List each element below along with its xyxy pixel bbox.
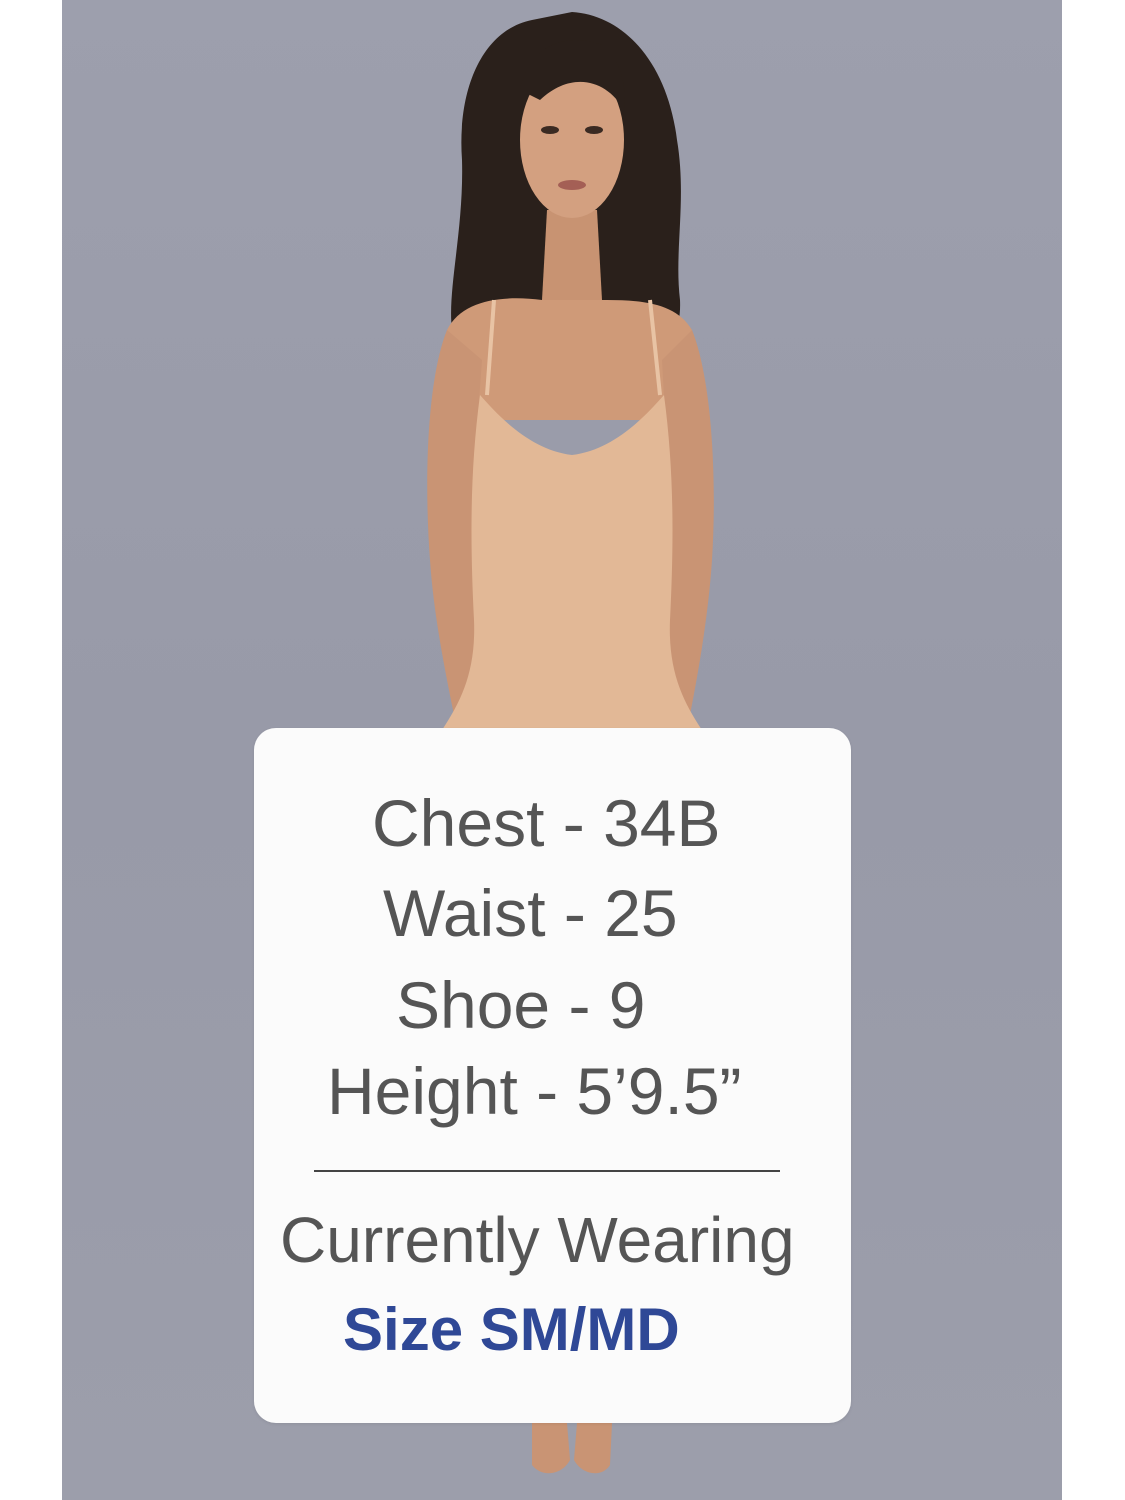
currently-wearing-label: Currently Wearing <box>280 1204 795 1276</box>
divider <box>314 1170 780 1172</box>
size-worn: Size SM/MD <box>343 1296 680 1363</box>
waist-measurement: Waist - 25 <box>383 876 678 950</box>
chest-measurement: Chest - 34B <box>372 786 721 860</box>
height-measurement: Height - 5’9.5” <box>327 1054 742 1128</box>
shoe-size: Shoe - 9 <box>396 968 646 1042</box>
